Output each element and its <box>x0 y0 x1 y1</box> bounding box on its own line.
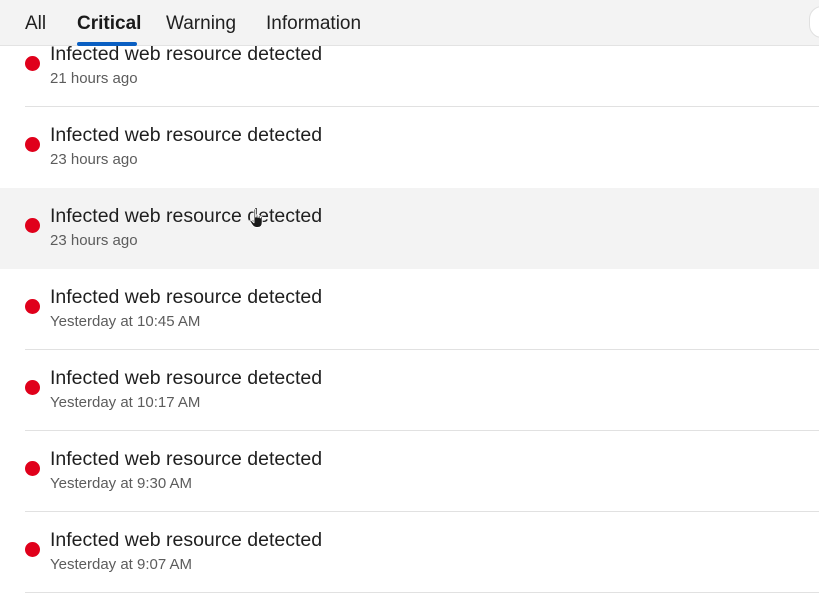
critical-status-dot-icon <box>25 299 40 314</box>
notification-item[interactable]: Infected web resource detected 23 hours … <box>0 107 819 188</box>
critical-status-dot-icon <box>25 380 40 395</box>
notification-title: Infected web resource detected <box>50 124 323 146</box>
notification-title: Infected web resource detected <box>50 286 323 308</box>
hand-pointer-icon <box>249 208 263 228</box>
notification-title: Infected web resource detected <box>50 529 323 551</box>
notification-time: 23 hours ago <box>50 232 138 249</box>
notification-title: Infected web resource detected <box>50 448 323 470</box>
notification-time: Yesterday at 9:07 AM <box>50 556 193 573</box>
notification-item[interactable]: Infected web resource detected Yesterday… <box>0 512 819 593</box>
tab-all[interactable]: All <box>25 13 46 35</box>
notification-time: 21 hours ago <box>50 70 138 87</box>
critical-status-dot-icon <box>25 461 40 476</box>
severity-tab-bar: All Critical Warning Information <box>0 0 819 46</box>
tab-critical[interactable]: Critical <box>77 13 141 35</box>
notification-time: Yesterday at 10:45 AM <box>50 313 201 330</box>
notification-time: Yesterday at 9:30 AM <box>50 475 193 492</box>
notification-time: Yesterday at 10:17 AM <box>50 394 201 411</box>
active-tab-indicator <box>77 42 137 46</box>
notification-title: Infected web resource detected <box>50 43 323 65</box>
notification-item[interactable]: Infected web resource detected Yesterday… <box>0 350 819 431</box>
notification-item[interactable]: Infected web resource detected Yesterday… <box>0 431 819 512</box>
notification-item[interactable]: Infected web resource detected Yesterday… <box>0 269 819 350</box>
critical-status-dot-icon <box>25 137 40 152</box>
critical-status-dot-icon <box>25 56 40 71</box>
search-box-edge[interactable] <box>809 6 819 38</box>
critical-status-dot-icon <box>25 218 40 233</box>
tab-information[interactable]: Information <box>266 13 361 35</box>
notification-title: Infected web resource detected <box>50 205 323 227</box>
critical-status-dot-icon <box>25 542 40 557</box>
notification-item[interactable]: Infected web resource detected 23 hours … <box>0 188 819 269</box>
divider <box>25 592 819 593</box>
notification-time: 23 hours ago <box>50 151 138 168</box>
notification-list: Infected web resource detected 21 hours … <box>0 26 819 593</box>
notifications-panel: Infected web resource detected 21 hours … <box>0 0 819 613</box>
notification-title: Infected web resource detected <box>50 367 323 389</box>
tab-warning[interactable]: Warning <box>166 13 236 35</box>
